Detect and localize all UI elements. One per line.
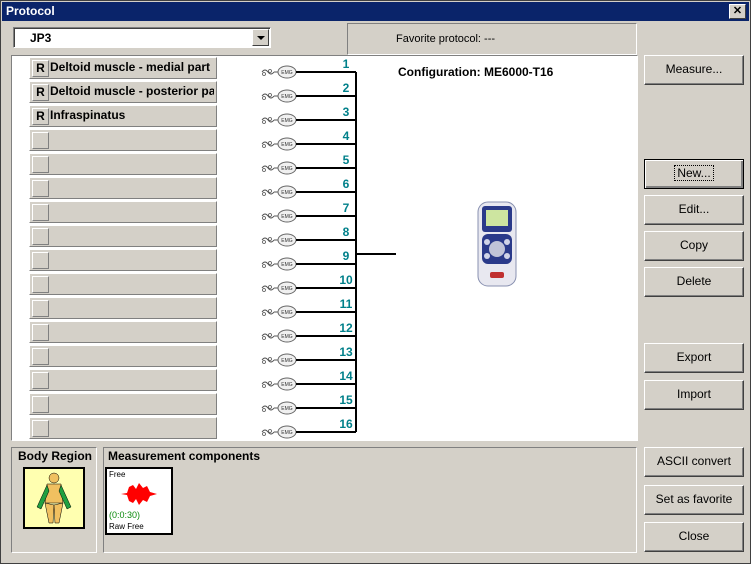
configuration-label: Configuration: ME6000-T16 (398, 65, 554, 79)
import-button[interactable]: Import (644, 380, 744, 410)
sensor-label: EMG (281, 70, 293, 76)
emg-sensor: EMG (261, 161, 297, 175)
body-figure-icon (36, 472, 72, 524)
channel-number: 14 (339, 369, 353, 383)
new-button[interactable]: New... (644, 159, 744, 189)
channel-number: 2 (343, 81, 350, 95)
sensor-label: EMG (281, 286, 293, 292)
channel-number: 13 (339, 345, 353, 359)
emg-sensor: EMG (261, 89, 297, 103)
emg-sensor: EMG (261, 233, 297, 247)
emg-sensor: EMG (261, 209, 297, 223)
sensor-label: EMG (281, 118, 293, 124)
sensor-label: EMG (281, 238, 293, 244)
channel-number: 12 (339, 321, 353, 335)
sensor-label: EMG (281, 190, 293, 196)
emg-sensor: EMG (261, 185, 297, 199)
sensor-label: EMG (281, 382, 293, 388)
emg-sensor: EMG (261, 425, 297, 439)
emg-sensor: EMG (261, 353, 297, 367)
sensor-label: EMG (281, 358, 293, 364)
measurement-components-panel: Measurement components (103, 447, 637, 553)
favorite-protocol-panel: Favorite protocol: --- (347, 23, 637, 55)
emg-sensor: EMG (261, 305, 297, 319)
channel-number: 8 (343, 225, 350, 239)
ascii-convert-button[interactable]: ASCII convert (644, 447, 744, 477)
sensor-label: EMG (281, 430, 293, 436)
sensor-label: EMG (281, 214, 293, 220)
channel-number: 3 (343, 105, 350, 119)
raw-signal-icon (121, 483, 157, 505)
sensor-label: EMG (281, 94, 293, 100)
protocol-select[interactable]: JP3 (13, 27, 271, 48)
channel-number: 15 (339, 393, 353, 407)
tile-duration: (0:0:30) (109, 510, 141, 520)
channel-number: 7 (343, 201, 350, 215)
edit-button[interactable]: Edit... (644, 195, 744, 225)
protocol-select-value: JP3 (30, 31, 52, 45)
configuration-panel: R Deltoid muscle - medial part R Deltoid mu… (11, 55, 638, 441)
channel-number: 11 (340, 297, 353, 311)
sensor-label: EMG (281, 406, 293, 412)
sensor-label: EMG (281, 310, 293, 316)
tile-type-label: Free (109, 470, 126, 479)
measure-button[interactable]: Measure... (644, 55, 744, 85)
favorite-protocol-text: Favorite protocol: --- (396, 33, 496, 45)
title-bar: Protocol ✕ (2, 2, 749, 21)
emg-sensor: EMG (261, 65, 297, 79)
emg-sensor: EMG (261, 329, 297, 343)
body-region-icon[interactable] (23, 467, 85, 529)
channel-number: 1 (343, 57, 350, 71)
emg-sensor: EMG (261, 281, 297, 295)
chevron-down-icon[interactable] (252, 29, 269, 46)
window-title: Protocol (6, 4, 55, 18)
protocol-window: Protocol ✕ JP3 Favorite protocol: --- RD… (0, 0, 751, 564)
new-button-label: New... (674, 165, 714, 181)
emg-sensor: EMG (261, 137, 297, 151)
body-region-title: Body Region (18, 449, 92, 463)
channel-number: 4 (343, 129, 350, 143)
emg-sensor: EMG (261, 113, 297, 127)
tile-name: Raw Free (109, 522, 144, 531)
channel-number: 6 (343, 177, 350, 191)
emg-sensor: EMG (261, 401, 297, 415)
channel-number: 16 (339, 417, 353, 431)
export-button[interactable]: Export (644, 343, 744, 373)
channel-number: 9 (343, 249, 350, 263)
sensor-label: EMG (281, 334, 293, 340)
channel-number: 5 (343, 153, 350, 167)
close-button[interactable]: Close (644, 522, 744, 552)
emg-sensor: EMG (261, 377, 297, 391)
copy-button[interactable]: Copy (644, 231, 744, 261)
sensor-label: EMG (281, 166, 293, 172)
me6000-device-image (477, 201, 517, 287)
measurement-components-title: Measurement components (108, 449, 261, 463)
sensor-label: EMG (281, 142, 293, 148)
close-icon[interactable]: ✕ (729, 4, 746, 19)
channel-number: 10 (339, 273, 353, 287)
set-as-favorite-button[interactable]: Set as favorite (644, 485, 744, 515)
channel-wiring: EMG 1 EMG 2 EMG 3 EMG 4 EMG 5 EMG 6 EMG 7 EMG 8 EMG 9 EMG 1… (261, 57, 396, 439)
emg-sensor: EMG (261, 257, 297, 271)
measurement-component-tile[interactable]: Free (0:0:30) Raw Free (105, 467, 173, 535)
delete-button[interactable]: Delete (644, 267, 744, 297)
sensor-label: EMG (281, 262, 293, 268)
